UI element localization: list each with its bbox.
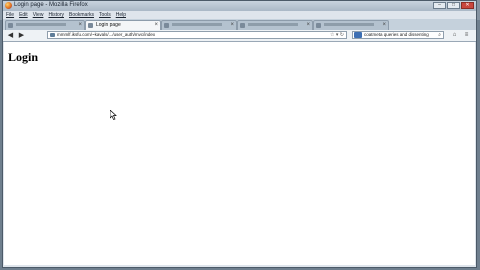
tab-label: Login page <box>96 22 121 28</box>
title-bar[interactable]: Login page - Mozilla Firefox – □ ✕ <box>3 1 476 11</box>
menu-help[interactable]: Help <box>116 11 126 19</box>
page-icon <box>8 23 13 28</box>
menu-icon[interactable]: ≡ <box>462 31 471 40</box>
maximize-button[interactable]: □ <box>447 2 460 9</box>
menu-view[interactable]: View <box>33 11 44 19</box>
browser-window: Login page - Mozilla Firefox – □ ✕ File … <box>2 0 477 268</box>
forward-icon[interactable]: ▶ <box>17 31 26 40</box>
bookmark-reload-icons[interactable]: ☆ ▾ ↻ <box>330 32 344 38</box>
menu-bookmarks[interactable]: Bookmarks <box>69 11 94 19</box>
menu-history[interactable]: History <box>48 11 64 19</box>
tab-label-blurred <box>324 23 374 27</box>
page-icon <box>88 23 93 28</box>
back-icon[interactable]: ◀ <box>6 31 15 40</box>
close-icon[interactable]: × <box>78 21 82 30</box>
home-icon[interactable]: ⌂ <box>450 31 459 40</box>
search-icon[interactable]: ⌕ <box>438 32 441 38</box>
navigation-bar: ◀ ▶ mmmlf.iksfu.com/~kavals/.../user_aut… <box>3 30 476 42</box>
page-title: Login <box>8 50 39 64</box>
menu-edit[interactable]: Edit <box>19 11 28 19</box>
page-content: Login <box>4 42 475 265</box>
page-icon <box>316 23 321 28</box>
firefox-icon <box>5 2 12 9</box>
menu-bar: File Edit View History Bookmarks Tools H… <box>3 11 476 19</box>
minimize-button[interactable]: – <box>433 2 446 9</box>
menu-file[interactable]: File <box>6 11 14 19</box>
close-icon[interactable]: × <box>382 21 386 30</box>
search-bar[interactable]: coatmeta queries and dissenting ⌕ <box>352 31 444 39</box>
page-icon <box>240 23 245 28</box>
page-icon <box>164 23 169 28</box>
tab-3[interactable]: × <box>161 20 237 30</box>
menu-tools[interactable]: Tools <box>99 11 111 19</box>
close-button[interactable]: ✕ <box>461 2 474 9</box>
tab-4[interactable]: × <box>237 20 313 30</box>
tab-label-blurred <box>16 23 66 27</box>
tab-label-blurred <box>248 23 298 27</box>
tab-1[interactable]: × <box>5 20 85 30</box>
site-identity-icon[interactable] <box>50 33 55 37</box>
close-icon[interactable]: × <box>306 21 310 30</box>
search-engine-icon[interactable] <box>354 32 362 38</box>
window-controls: – □ ✕ <box>433 2 474 9</box>
search-text: coatmeta queries and dissenting <box>364 32 429 37</box>
close-icon[interactable]: × <box>230 21 234 30</box>
address-bar[interactable]: mmmlf.iksfu.com/~kavals/.../user_auth/mv… <box>47 31 347 39</box>
tab-5[interactable]: × <box>313 20 389 30</box>
url-text: mmmlf.iksfu.com/~kavals/.../user_auth/mv… <box>57 32 156 37</box>
tab-login-page[interactable]: Login page × <box>85 20 161 30</box>
mouse-cursor-icon <box>110 110 117 120</box>
window-title: Login page - Mozilla Firefox <box>14 2 88 8</box>
close-icon[interactable]: × <box>154 21 158 30</box>
tab-label-blurred <box>172 23 222 27</box>
